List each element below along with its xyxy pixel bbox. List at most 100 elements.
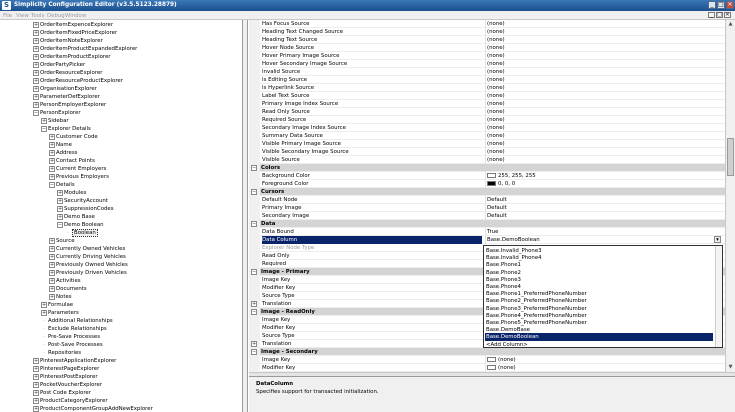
tree-item[interactable]: + PersonEmployerExplorer (33, 101, 106, 109)
category-expander-icon[interactable]: + (251, 301, 257, 307)
property-row[interactable]: Background Color 255, 255, 255 (249, 172, 725, 180)
property-value[interactable]: Default (485, 196, 725, 204)
scroll-down-icon[interactable]: ▼ (727, 364, 734, 371)
property-grid-scrollbar[interactable]: ▲ ▼ (725, 20, 735, 372)
tree-item[interactable]: · Repositories (41, 349, 81, 357)
tree-item[interactable]: + ProductCategoryExplorer (33, 397, 108, 405)
tree-expander-icon[interactable]: + (33, 373, 39, 380)
tree-item[interactable]: + OrderResourceExplorer (33, 69, 102, 77)
mdi-minimize-icon[interactable]: _ (708, 12, 715, 18)
property-value[interactable]: Base.DemoBoolean ▾ (485, 236, 725, 244)
mdi-restore-icon[interactable]: □ (716, 12, 723, 18)
tree-expander-icon[interactable]: + (33, 357, 39, 364)
tree-item[interactable]: + Demo Base (57, 213, 95, 221)
dropdown-scrollbar[interactable] (715, 246, 722, 347)
scroll-up-icon[interactable]: ▲ (727, 21, 734, 28)
tree-scrollbar[interactable] (243, 20, 248, 412)
property-value[interactable]: (none) (485, 36, 725, 44)
property-value[interactable]: (none) (485, 28, 725, 36)
tree-expander-icon[interactable]: + (33, 389, 39, 396)
tree-item[interactable]: − Details (49, 181, 75, 189)
property-value[interactable]: (none) (485, 92, 725, 100)
property-row[interactable]: Label Text Source (none) (249, 92, 725, 100)
property-value[interactable]: (none) (485, 116, 725, 124)
menu-file[interactable]: File (3, 13, 12, 19)
property-value[interactable]: Default (485, 204, 725, 212)
property-row[interactable]: Visible Primary Image Source (none) (249, 140, 725, 148)
property-row[interactable]: Read Only Source (none) (249, 108, 725, 116)
property-row[interactable]: Secondary Image Index Source (none) (249, 124, 725, 132)
property-category[interactable]: − Cursors (249, 188, 725, 196)
tree-expander-icon[interactable]: + (33, 77, 39, 84)
tree-item[interactable]: + Activities (49, 277, 81, 285)
property-value[interactable]: (none) (485, 84, 725, 92)
property-row[interactable]: Modifier Key (none) (249, 364, 725, 372)
property-row[interactable]: Default Node Default (249, 196, 725, 204)
category-expander-icon[interactable]: − (251, 269, 257, 275)
tree-expander-icon[interactable]: + (33, 37, 39, 44)
minimize-icon[interactable]: _ (708, 1, 716, 9)
tree-item[interactable]: + SecurityAccount (57, 197, 108, 205)
property-row[interactable]: Has Focus Source (none) (249, 20, 725, 28)
menu-tools[interactable]: Tools (31, 13, 44, 19)
property-value[interactable]: Default (485, 212, 725, 220)
tree-item[interactable]: + OrderItemProductExplorer (33, 53, 111, 61)
property-value[interactable]: (none) (485, 100, 725, 108)
tree-item[interactable]: + OrderItemFixedPriceExplorer (33, 29, 117, 37)
tree-item[interactable]: + PinterestPostExplorer (33, 373, 98, 381)
tree-expander-icon[interactable]: + (41, 309, 47, 316)
menu-debug[interactable]: Debug (47, 13, 65, 19)
category-expander-icon[interactable]: − (251, 309, 257, 315)
property-row[interactable]: Data Bound True (249, 228, 725, 236)
mdi-close-icon[interactable]: ✕ (724, 12, 731, 18)
property-category[interactable]: − Image - Secondary (249, 348, 725, 356)
tree-item[interactable]: · Pre-Save Processes (41, 333, 100, 341)
property-row[interactable]: Data Column Base.DemoBoolean ▾ (249, 236, 725, 244)
tree-item[interactable]: · Post-Save Processes (41, 341, 103, 349)
property-value[interactable]: (none) (485, 68, 725, 76)
menu-window[interactable]: Window (65, 13, 86, 19)
tree-item[interactable]: + Contact Points (49, 157, 95, 165)
tree-expander-icon[interactable]: − (57, 221, 63, 228)
tree-item[interactable]: · Boolean (65, 229, 98, 237)
tree-item[interactable]: + SuppressionCodes (57, 205, 114, 213)
tree-item[interactable]: + Customer Code (49, 133, 98, 141)
property-value[interactable]: (none) (485, 124, 725, 132)
property-value[interactable]: (none) (485, 44, 725, 52)
tree-expander-icon[interactable]: + (57, 197, 63, 204)
tree-expander-icon[interactable]: + (57, 205, 63, 212)
tree-expander-icon[interactable]: + (33, 397, 39, 404)
tree-item[interactable]: + Currently Driving Vehicles (49, 253, 126, 261)
tree-expander-icon[interactable]: + (57, 213, 63, 220)
tree-expander-icon[interactable]: + (33, 85, 39, 92)
property-value[interactable]: (none) (485, 132, 725, 140)
tree-item[interactable]: + PinterestPageExplorer (33, 365, 99, 373)
category-expander-icon[interactable]: − (251, 189, 257, 195)
property-row[interactable]: Foreground Color 0, 0, 0 (249, 180, 725, 188)
tree-item[interactable]: + Documents (49, 285, 87, 293)
tree-expander-icon[interactable]: − (33, 109, 39, 116)
tree-item[interactable]: + Post Code Explorer (33, 389, 91, 397)
tree-item[interactable]: · Exclude Relationships (41, 325, 107, 333)
close-icon[interactable]: ✕ (726, 1, 734, 9)
property-value[interactable]: True (485, 228, 725, 236)
tree-item[interactable]: + Name (49, 141, 72, 149)
tree-expander-icon[interactable]: + (33, 101, 39, 108)
tree-item[interactable]: + Current Employers (49, 165, 106, 173)
property-row[interactable]: Is Editing Source (none) (249, 76, 725, 84)
tree-expander-icon[interactable]: − (49, 181, 55, 188)
property-row[interactable]: Hover Node Source (none) (249, 44, 725, 52)
property-value[interactable]: 0, 0, 0 (485, 180, 725, 188)
tree-expander-icon[interactable]: + (33, 45, 39, 52)
property-category[interactable]: − Data (249, 220, 725, 228)
tree-expander-icon[interactable]: + (33, 69, 39, 76)
dropdown-arrow-icon[interactable]: ▾ (714, 236, 721, 243)
property-value[interactable]: (none) (485, 148, 725, 156)
property-row[interactable]: Is Hyperlink Source (none) (249, 84, 725, 92)
tree-item[interactable]: + Parameters (41, 309, 79, 317)
property-value[interactable]: (none) (485, 140, 725, 148)
property-value[interactable]: (none) (485, 60, 725, 68)
property-row[interactable]: Hover Secondary Image Source (none) (249, 60, 725, 68)
tree-item[interactable]: + OrganisationExplorer (33, 85, 97, 93)
tree-item[interactable]: + OrderPartyPicker (33, 61, 85, 69)
